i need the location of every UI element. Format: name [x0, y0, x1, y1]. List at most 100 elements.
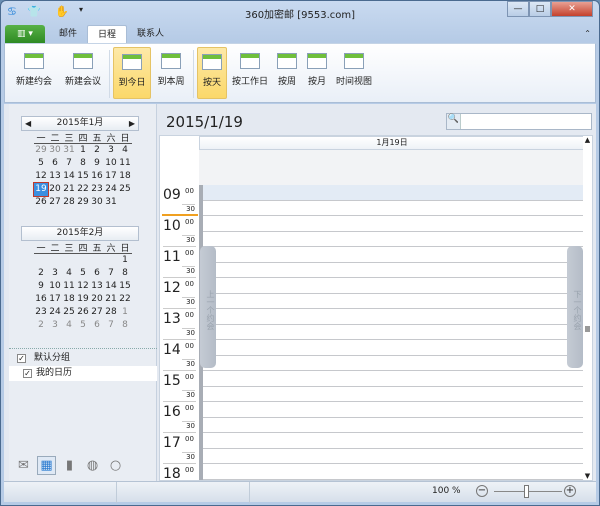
day-cell[interactable]: 1 — [118, 254, 132, 267]
week-view-button[interactable]: 按周 — [273, 47, 301, 99]
day-cell[interactable]: 8 — [118, 267, 132, 280]
day-cell[interactable]: 27 — [90, 306, 104, 319]
time-slot[interactable] — [199, 324, 585, 340]
day-cell[interactable]: 7 — [104, 319, 118, 332]
tab-contacts[interactable]: 联系人 — [127, 25, 174, 43]
day-cell[interactable]: 6 — [48, 157, 62, 170]
time-slot[interactable] — [199, 216, 585, 232]
prev-appointment-tab[interactable]: 上一个约会 — [200, 246, 216, 368]
time-slot[interactable] — [199, 185, 585, 201]
day-cell[interactable]: 4 — [62, 319, 76, 332]
web-icon[interactable]: ◍ — [83, 456, 102, 475]
time-slot[interactable] — [199, 247, 585, 263]
prev-month-button[interactable]: ◀ — [25, 117, 31, 130]
day-cell[interactable]: 11 — [118, 157, 132, 170]
time-slot[interactable] — [199, 464, 585, 480]
day-cell[interactable]: 28 — [104, 306, 118, 319]
day-cell[interactable]: 9 — [34, 280, 48, 293]
minimize-button[interactable]: — — [507, 1, 529, 17]
day-cell[interactable]: 17 — [48, 293, 62, 306]
day-cell[interactable]: 13 — [90, 280, 104, 293]
day-cell[interactable]: 2 — [34, 319, 48, 332]
day-cell[interactable]: 9 — [90, 157, 104, 170]
day-cell[interactable]: 18 — [118, 170, 132, 183]
day-cell[interactable]: 30 — [90, 196, 104, 209]
group-default[interactable]: ✓ 默认分组 — [9, 351, 157, 366]
day-cell[interactable]: 26 — [34, 196, 48, 209]
day-cell[interactable]: 7 — [62, 157, 76, 170]
day-cell[interactable]: 8 — [76, 157, 90, 170]
day-cell[interactable]: 23 — [34, 306, 48, 319]
day-cell[interactable]: 23 — [90, 183, 104, 196]
day-cell[interactable]: 12 — [34, 170, 48, 183]
day-cell[interactable]: 15 — [118, 280, 132, 293]
time-slot[interactable] — [199, 309, 585, 325]
day-cell[interactable]: 26 — [76, 306, 90, 319]
day-cell[interactable]: 17 — [104, 170, 118, 183]
day-cell[interactable]: 30 — [48, 144, 62, 157]
maximize-button[interactable]: □ — [529, 1, 551, 17]
day-cell[interactable]: 5 — [76, 267, 90, 280]
day-cell[interactable]: 1 — [118, 306, 132, 319]
day-cell[interactable]: 5 — [34, 157, 48, 170]
day-cell[interactable]: 22 — [118, 293, 132, 306]
day-cell[interactable]: 11 — [62, 280, 76, 293]
day-cell-today[interactable]: 19 — [33, 182, 49, 197]
day-cell[interactable]: 20 — [90, 293, 104, 306]
day-cell[interactable]: 10 — [104, 157, 118, 170]
day-cell[interactable]: 8 — [118, 319, 132, 332]
collapse-ribbon-icon[interactable]: ⌃ — [584, 29, 591, 38]
day-cell[interactable]: 2 — [34, 267, 48, 280]
day-cell[interactable]: 29 — [76, 196, 90, 209]
zoom-in-button[interactable]: + — [564, 485, 576, 497]
calendar-icon[interactable]: ▦ — [37, 456, 56, 475]
day-cell[interactable]: 21 — [62, 183, 76, 196]
day-cell[interactable]: 4 — [62, 267, 76, 280]
time-slot[interactable] — [199, 402, 585, 418]
day-cell[interactable]: 24 — [104, 183, 118, 196]
day-cell[interactable]: 18 — [62, 293, 76, 306]
day-cell[interactable]: 6 — [90, 319, 104, 332]
zoom-slider[interactable] — [524, 485, 529, 498]
mail-icon[interactable]: ✉ — [14, 456, 33, 475]
time-slot[interactable] — [199, 433, 585, 449]
time-slot[interactable] — [199, 417, 585, 433]
day-cell[interactable]: 7 — [104, 267, 118, 280]
day-cell[interactable]: 22 — [76, 183, 90, 196]
timeline-view-button[interactable]: 时间视图 — [333, 47, 375, 99]
day-cell[interactable]: 31 — [104, 196, 118, 209]
time-slot[interactable] — [199, 200, 585, 216]
group-my-calendar[interactable]: ✓ 我的日历 — [9, 366, 157, 381]
file-menu-button[interactable]: ▥ ▾ — [5, 25, 45, 43]
day-view-button[interactable]: 按天 — [197, 47, 227, 99]
scroll-down-icon[interactable]: ▼ — [583, 472, 592, 480]
tab-calendar[interactable]: 日程 — [87, 25, 128, 43]
time-slot[interactable] — [199, 386, 585, 402]
day-cell[interactable]: 6 — [90, 267, 104, 280]
time-slot[interactable] — [199, 371, 585, 387]
day-cell[interactable]: 16 — [34, 293, 48, 306]
new-appointment-button[interactable]: 新建约会 — [13, 47, 55, 99]
this-week-button[interactable]: 到本周 — [153, 47, 189, 99]
contacts-icon[interactable]: ▮ — [60, 456, 79, 475]
time-slot[interactable] — [199, 293, 585, 309]
zoom-out-button[interactable]: − — [476, 485, 488, 497]
workweek-view-button[interactable]: 按工作日 — [230, 47, 270, 99]
day-cell[interactable]: 3 — [48, 267, 62, 280]
day-cell[interactable]: 16 — [90, 170, 104, 183]
month-view-button[interactable]: 按月 — [303, 47, 331, 99]
scroll-thumb[interactable] — [585, 326, 590, 332]
day-cell[interactable]: 2 — [90, 144, 104, 157]
day-cell[interactable]: 21 — [104, 293, 118, 306]
day-cell[interactable]: 28 — [62, 196, 76, 209]
day-cell[interactable]: 3 — [104, 144, 118, 157]
new-meeting-button[interactable]: 新建会议 — [59, 47, 107, 99]
day-cell[interactable]: 20 — [48, 183, 62, 196]
day-cell[interactable]: 1 — [76, 144, 90, 157]
day-cell[interactable]: 15 — [76, 170, 90, 183]
time-slot[interactable] — [199, 355, 585, 371]
checkbox[interactable]: ✓ — [17, 354, 26, 363]
today-button[interactable]: 到今日 — [113, 47, 151, 99]
day-cell[interactable]: 27 — [48, 196, 62, 209]
day-cell[interactable]: 25 — [118, 183, 132, 196]
